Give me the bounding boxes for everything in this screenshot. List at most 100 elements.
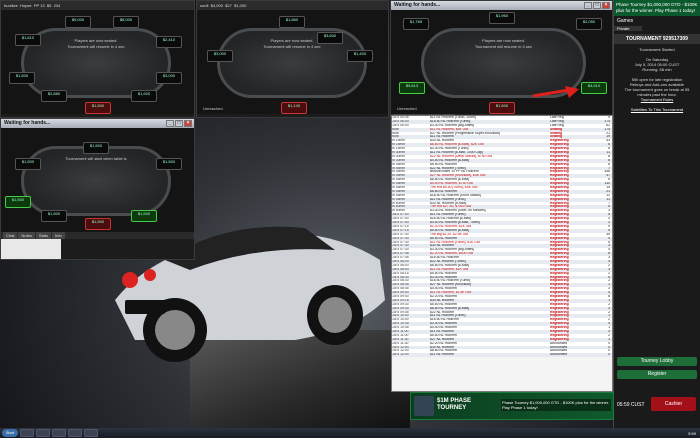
taskbar: Start 5:59	[0, 428, 700, 438]
cashier-button[interactable]: Cashier	[651, 397, 696, 411]
seat[interactable]: $4,910	[581, 82, 607, 94]
maximize-icon[interactable]: □	[175, 120, 183, 127]
person-icon	[414, 396, 434, 416]
start-button[interactable]: Start	[2, 429, 18, 437]
seat[interactable]: $1,500	[9, 72, 35, 84]
tab-chat[interactable]: Chat	[3, 232, 18, 239]
taskbar-app-icon[interactable]	[20, 429, 34, 437]
promo-banner[interactable]: $1M PHASE TOURNEY Phase Tourney $1,000,0…	[410, 392, 614, 420]
window-title: Waiting for hands...	[394, 2, 441, 8]
chat-log	[1, 239, 61, 259]
tab-stats[interactable]: Stats	[35, 232, 52, 239]
tournament-list[interactable]: Jul 5 05:45 $11 NL Hold'em [Turbo, Zoom] L…	[391, 115, 613, 392]
rules-link[interactable]: Tournament Rules	[617, 97, 697, 102]
poker-table-window-1[interactable]: bunifwe Hopse PP 13 $5 234 Players are n…	[0, 0, 195, 118]
banner-text: Phase Tourney $1,000,000 GTD - $100K plu…	[501, 399, 611, 411]
games-label: Games	[617, 18, 634, 24]
hero-seat[interactable]: $1,500	[85, 218, 111, 230]
seat[interactable]: $9,613	[399, 82, 425, 94]
window-title: Waiting for hands...	[4, 120, 51, 126]
hero-seat[interactable]: $1,500	[489, 102, 515, 114]
info-line: Running: 58 min	[642, 67, 672, 72]
top-seat-label: $4,000	[210, 3, 223, 8]
table-area: Players are now seated. Tournament will …	[391, 10, 612, 114]
cell: Announced	[550, 353, 568, 357]
seat-strip: bunifwe Hopse PP 13 $5 234	[1, 1, 194, 10]
table-area: Players are now seated. Tournament will …	[197, 10, 388, 114]
table-row[interactable]: Jul 5 12:00 $11 NL Hold'em Announced 0	[392, 353, 612, 358]
close-icon[interactable]: ×	[602, 2, 610, 9]
seat[interactable]: $2,050	[576, 18, 602, 30]
top-seat-label: $27	[225, 3, 232, 8]
register-button[interactable]: Register	[617, 370, 697, 379]
seat[interactable]: $1,500	[41, 210, 67, 222]
seat[interactable]: $1,500	[15, 158, 41, 170]
seat[interactable]: $1,765	[403, 18, 429, 30]
top-seat-label: bunifwe	[4, 3, 18, 8]
seat[interactable]: $1,500	[156, 158, 182, 170]
table-message: Tournament will start when table is	[65, 156, 127, 161]
cell: Jul 5 12:00	[392, 353, 409, 357]
table-area: Players are now seated. Tournament will …	[1, 10, 194, 114]
arrow-icon	[532, 86, 579, 98]
close-icon[interactable]: ×	[184, 120, 192, 127]
seat[interactable]: $2,410	[156, 36, 182, 48]
title-bar: Waiting for hands... _ □ ×	[391, 1, 612, 10]
status-text: Unreached	[203, 106, 223, 111]
poker-table-window-4[interactable]: Waiting for hands... _ □ × Tournament will…	[0, 118, 195, 260]
seat[interactable]: $3,000	[156, 72, 182, 84]
status-text: Unreached	[397, 106, 417, 111]
satellites-link[interactable]: Satellites To This Tournament	[617, 107, 697, 112]
seat[interactable]: $1,860	[279, 16, 305, 28]
hero-seat[interactable]: $1,500	[85, 102, 111, 114]
tourney-lobby-button[interactable]: Tourney Lobby	[617, 357, 697, 366]
seat[interactable]: $3,600	[317, 32, 343, 44]
seat[interactable]: $1,610	[15, 34, 41, 46]
top-seat-label: PP 13	[33, 3, 45, 8]
seat-strip: sonfl $4,000 $27 $1,000	[197, 1, 388, 10]
top-seat-label: 234	[53, 3, 61, 8]
seat[interactable]: $1,960	[489, 12, 515, 24]
seat[interactable]: $1,920	[131, 90, 157, 102]
cell: 0	[608, 353, 610, 357]
tab-private[interactable]: Private	[614, 26, 642, 31]
tournament-rows: Jul 5 05:45 $11 NL Hold'em [Turbo, Zoom] L…	[392, 116, 612, 358]
minimize-icon[interactable]: _	[166, 120, 174, 127]
cell: $11 NL Hold'em	[430, 353, 454, 357]
seat[interactable]: $1,500	[5, 196, 31, 208]
hero-seat[interactable]: $1,140	[281, 102, 307, 114]
seat[interactable]: $2,880	[41, 90, 67, 102]
table-message: Tournament will resume in 4 sec	[474, 44, 533, 49]
top-seat-label: sonfl	[200, 3, 209, 8]
taskbar-app-icon[interactable]	[68, 429, 82, 437]
table-area: Tournament will start when table is $1,5…	[1, 128, 194, 232]
status-text: Tournament Started	[639, 47, 675, 52]
top-seat-label: $5	[46, 3, 52, 8]
promo-text: Phase Tourney $1,000,000 GTD - $100K plu…	[614, 0, 700, 16]
seat[interactable]: $1,500	[83, 142, 109, 154]
seat[interactable]: $1,400	[347, 50, 373, 62]
tab-notes[interactable]: Notes	[18, 232, 35, 239]
poker-table-window-2[interactable]: sonfl $4,000 $27 $1,000 Players are now …	[196, 0, 389, 118]
table-message: Tournament will resume in 4 sec	[67, 44, 125, 49]
system-clock: 5:59	[688, 430, 696, 436]
title-bar: Waiting for hands... _ □ ×	[1, 119, 194, 128]
minimize-icon[interactable]: _	[584, 2, 592, 9]
seat[interactable]: $1,500	[131, 210, 157, 222]
taskbar-app-icon[interactable]	[36, 429, 50, 437]
maximize-icon[interactable]: □	[593, 2, 601, 9]
top-seat-label: Hopse	[20, 3, 32, 8]
tab-info[interactable]: Info	[52, 232, 65, 239]
seat[interactable]: $3,000	[207, 50, 233, 62]
taskbar-app-icon[interactable]	[84, 429, 98, 437]
seat[interactable]: $9,000	[65, 16, 91, 28]
tournament-title: TOURNAMENT 929517309	[614, 34, 700, 44]
clock: 05:59 CUST	[617, 402, 645, 408]
top-seat-label: $1,000	[234, 3, 247, 8]
tournament-lobby-panel: Phase Tourney $1,000,000 GTD - $100K plu…	[613, 0, 700, 428]
seat[interactable]: $8,000	[113, 16, 139, 28]
chat-tabs: Chat Notes Stats Info	[1, 232, 194, 239]
taskbar-app-icon[interactable]	[52, 429, 66, 437]
table-message: Tournament will resume in 4 sec	[263, 44, 321, 49]
banner-title: $1M PHASE TOURNEY	[437, 398, 472, 411]
